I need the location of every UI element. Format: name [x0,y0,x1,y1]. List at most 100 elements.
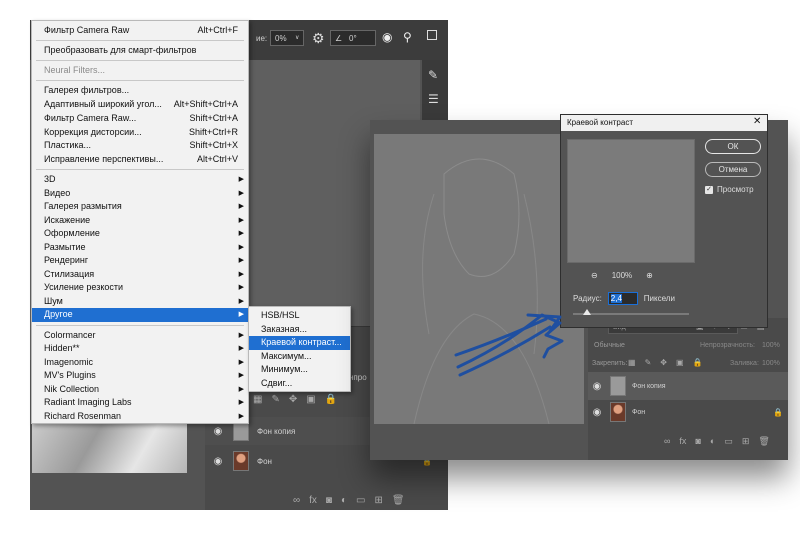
checker-lock-icon[interactable]: ▦ [628,358,636,367]
checker-lock-icon[interactable]: ▦ [253,394,262,405]
close-icon[interactable]: ✕ [753,116,761,127]
zoom-value: 100% [611,271,633,280]
menu-item-selected[interactable]: Другое ▶ [32,308,248,322]
menu-item[interactable]: Усиление резкости ▶ [32,281,248,295]
menu-item[interactable]: Hidden** ▶ [32,342,248,356]
opacity-field[interactable]: 0% ∨ [270,30,304,46]
lock-icon[interactable]: 🔒 [693,358,703,367]
menu-item[interactable]: Преобразовать для смарт-фильтров [32,44,248,58]
cancel-button[interactable]: Отмена [705,162,761,177]
sliders-icon[interactable]: ☰ [428,92,439,106]
folder-icon[interactable]: ▭ [356,495,365,506]
mask-icon[interactable]: ◙ [326,495,332,506]
chevron-right-icon: ▶ [238,413,244,420]
fx-icon[interactable]: fx [309,495,317,506]
folder-icon[interactable]: ▭ [724,436,733,447]
chevron-right-icon: ▶ [238,386,244,393]
lock-icon: 🔒 [773,407,784,417]
new-layer-icon[interactable]: ⊞ [374,495,382,506]
radius-label: Радиус: [573,294,602,303]
workspace-icon[interactable] [427,30,437,40]
move-lock-icon[interactable]: ✥ [660,358,667,367]
layers-panel-right: Вид ▣ ◐ T ▭ ▤ Обычные Непрозрачность: 10… [588,318,788,460]
brush-icon[interactable]: ✎ [428,68,438,82]
menu-item[interactable]: Видео ▶ [32,187,248,201]
layer-row[interactable]: ◉ Фон 🔒 [588,398,788,426]
link-icon[interactable]: ∞ [293,495,300,506]
adjustment-icon[interactable]: ◐ [341,495,347,506]
menu-item[interactable]: Imagenomic ▶ [32,356,248,370]
preview-checkbox[interactable]: ✓ Просмотр [705,185,754,194]
move-lock-icon[interactable]: ✥ [289,394,297,405]
eye-icon[interactable]: ◉ [211,424,225,438]
fx-icon[interactable]: fx [679,436,686,447]
search-icon[interactable]: ⚲ [403,30,412,44]
target-icon[interactable]: ◉ [382,30,392,44]
menu-item-disabled[interactable]: Neural Filters... [32,64,248,78]
menu-item[interactable]: MV's Plugins ▶ [32,369,248,383]
brush-lock-icon[interactable]: ✎ [271,394,279,405]
options-label: ие: [256,34,268,43]
angle-field[interactable]: ∠ 0° [330,30,376,46]
adjustment-icon[interactable]: ◐ [710,436,715,447]
menu-item[interactable]: Галерея фильтров... [32,84,248,98]
menu-item[interactable]: Искажение ▶ [32,214,248,228]
trash-icon[interactable]: 🗑 [758,436,769,447]
angle-icon: ∠ [335,34,343,43]
layer-name: Фон [632,408,646,416]
submenu-item[interactable]: Максимум... [249,350,350,364]
menu-item[interactable]: Шум ▶ [32,295,248,309]
chevron-right-icon: ▶ [238,217,244,224]
artboard-lock-icon[interactable]: ▣ [676,358,684,367]
submenu-item[interactable]: HSB/HSL [249,309,350,323]
filter-preview[interactable] [567,139,695,263]
menu-item[interactable]: Nik Collection ▶ [32,383,248,397]
menu-item[interactable]: Рендеринг ▶ [32,254,248,268]
eye-icon[interactable]: ◉ [211,454,225,468]
fill-label: Заливка: [730,360,759,367]
checkbox-checked-icon[interactable]: ✓ [705,185,713,194]
menu-item[interactable]: Пластика... Shift+Ctrl+X [32,139,248,153]
eye-icon[interactable]: ◉ [590,379,604,393]
menu-item[interactable]: Оформление ▶ [32,227,248,241]
brush-lock-icon[interactable]: ✎ [645,358,652,367]
submenu-item-selected[interactable]: Краевой контраст... [249,336,350,350]
zoom-out-icon[interactable]: ⊖ [591,271,598,280]
menu-item[interactable]: 3D ▶ [32,173,248,187]
eye-icon[interactable]: ◉ [590,405,604,419]
menu-item[interactable]: Размытие ▶ [32,241,248,255]
submenu-item[interactable]: Минимум... [249,363,350,377]
link-icon[interactable]: ∞ [664,436,670,447]
mask-icon[interactable]: ◙ [695,436,700,447]
layer-row[interactable]: ◉ Фон копия [588,372,788,400]
layer-thumbnail [610,376,626,396]
chevron-right-icon: ▶ [238,359,244,366]
menu-item[interactable]: Исправление перспективы... Alt+Ctrl+V [32,153,248,167]
artboard-lock-icon[interactable]: ▣ [306,394,315,405]
ok-button[interactable]: ОК [705,139,761,154]
zoom-in-icon[interactable]: ⊕ [646,271,653,280]
fill-value[interactable]: 100% [762,360,780,367]
trash-icon[interactable]: 🗑 [392,495,405,506]
chevron-right-icon: ▶ [238,298,244,305]
lock-icon[interactable]: 🔒 [325,394,337,405]
blend-mode[interactable]: Обычные [594,342,625,349]
menu-item[interactable]: Фильтр Camera Raw Alt+Ctrl+F [32,24,248,38]
gear-icon[interactable]: ⚙ [312,30,325,47]
menu-item[interactable]: Галерея размытия ▶ [32,200,248,214]
submenu-item[interactable]: Сдвиг... [249,377,350,391]
radius-slider-thumb[interactable] [583,309,591,315]
menu-item[interactable]: Коррекция дисторсии... Shift+Ctrl+R [32,126,248,140]
menu-item[interactable]: Фильтр Camera Raw... Shift+Ctrl+A [32,112,248,126]
menu-item[interactable]: Radiant Imaging Labs ▶ [32,396,248,410]
opacity-value[interactable]: 100% [762,342,780,349]
radius-input[interactable]: 2,4 [607,292,638,305]
menu-item[interactable]: Colormancer ▶ [32,329,248,343]
submenu-item[interactable]: Заказная... [249,323,350,337]
menu-item[interactable]: Стилизация ▶ [32,268,248,282]
menu-item[interactable]: Richard Rosenman ▶ [32,410,248,424]
dialog-title: Краевой контраст [567,118,633,127]
menu-item[interactable]: Адаптивный широкий угол... Alt+Shift+Ctrl… [32,98,248,112]
arrow-scribble-annotation [454,313,564,377]
new-layer-icon[interactable]: ⊞ [742,436,750,447]
